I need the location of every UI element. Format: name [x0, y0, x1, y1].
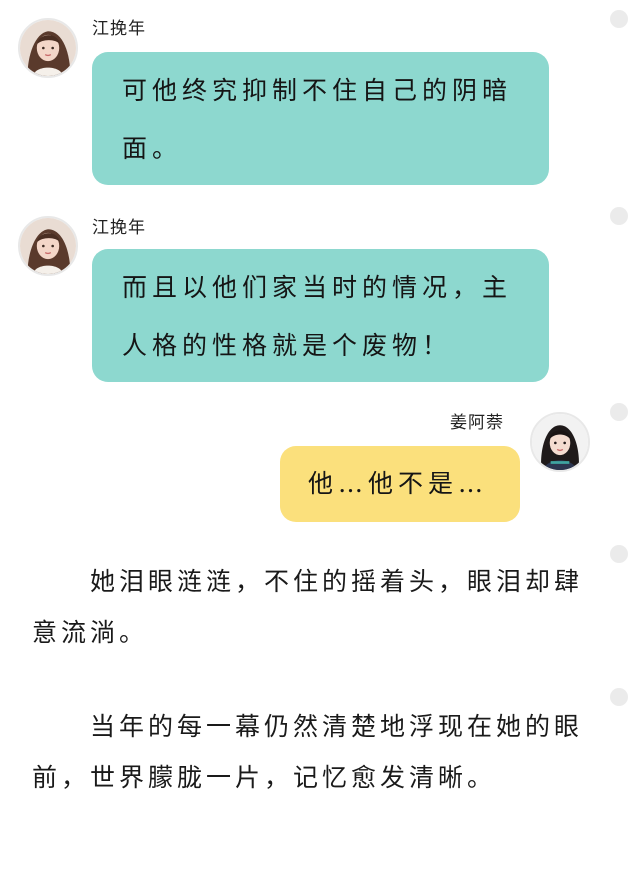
message-select-marker[interactable]	[610, 10, 628, 28]
message-bubble-right[interactable]: 他…他不是…	[280, 446, 520, 522]
avatar-jiang-wannian[interactable]	[18, 18, 78, 78]
sender-name: 江挽年	[92, 218, 146, 238]
message-select-marker[interactable]	[610, 207, 628, 225]
avatar-jiang-wannian[interactable]	[18, 216, 78, 276]
message-bubble-left[interactable]: 而且以他们家当时的情况，主人格的性格就是个废物！	[92, 249, 549, 382]
narration-paragraph: 她泪眼涟涟，不住的摇着头，眼泪却肆意流淌。	[32, 567, 584, 647]
message-select-marker[interactable]	[610, 403, 628, 421]
sender-name: 江挽年	[92, 19, 146, 39]
sender-name: 姜阿萘	[450, 413, 504, 433]
message-bubble-left[interactable]: 可他终究抑制不住自己的阴暗面。	[92, 52, 549, 185]
paragraph-select-marker[interactable]	[610, 545, 628, 563]
avatar-jiang-anai[interactable]	[530, 412, 590, 472]
paragraph-select-marker[interactable]	[610, 688, 628, 706]
narration-paragraph: 当年的每一幕仍然清楚地浮现在她的眼前，世界朦胧一片，记忆愈发清晰。	[32, 712, 584, 792]
